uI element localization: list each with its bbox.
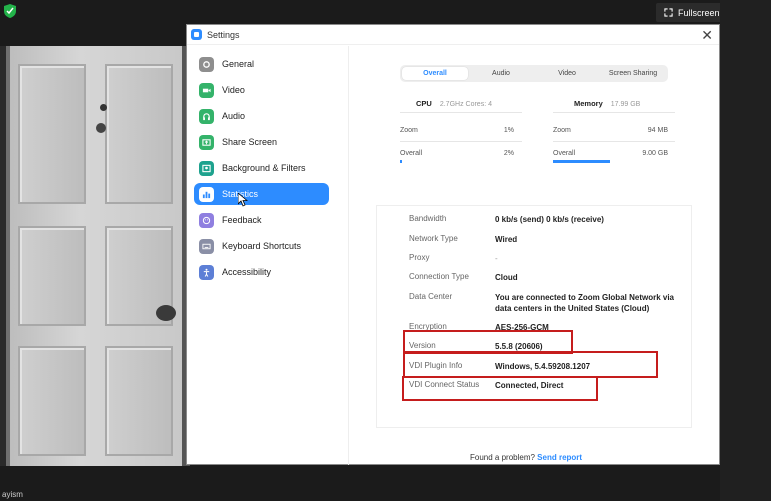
tab-screen-sharing[interactable]: Screen Sharing — [600, 67, 666, 80]
stat-label-bandwidth: Bandwidth — [409, 214, 447, 223]
cpu-title: CPU — [416, 99, 432, 108]
door-image — [10, 46, 185, 466]
cpu-header: CPU 2.7GHz Cores: 4 — [416, 99, 492, 108]
cpu-usage-bar — [400, 160, 402, 163]
zoom-app-icon — [191, 29, 202, 40]
sidebar-item-label: General — [222, 59, 255, 69]
cpu-overall-label: Overall — [400, 150, 423, 157]
camera-feed — [0, 46, 190, 466]
fullscreen-label: Fullscreen — [678, 7, 720, 18]
highlight-box-vdi-plugin-info — [403, 351, 658, 378]
sidebar-item-keyboard-shortcuts[interactable]: Keyboard Shortcuts — [194, 235, 329, 257]
memory-title: Memory — [574, 99, 603, 108]
stat-label-data-center: Data Center — [409, 292, 453, 301]
sidebar-item-general[interactable]: General — [194, 53, 329, 75]
stat-value-connection-type: Cloud — [495, 273, 518, 282]
feedback-footer: Found a problem? Send report — [470, 453, 582, 462]
background-icon — [199, 160, 214, 176]
sidebar-item-label: Feedback — [222, 215, 262, 225]
video-icon — [199, 82, 214, 98]
keyboard-icon — [199, 238, 214, 254]
statistics-panel: Overall Audio Video Screen Sharing CPU 2.… — [350, 46, 720, 465]
cpu-zoom-row: Zoom 1% — [400, 127, 514, 134]
settings-sidebar: General Video Audio Share Screen Backgro… — [187, 46, 349, 465]
close-button[interactable]: ✕ — [701, 27, 713, 43]
expand-icon — [664, 8, 673, 17]
memory-overall-label: Overall — [553, 150, 576, 157]
stat-label-connection-type: Connection Type — [409, 272, 469, 281]
stat-label-network-type: Network Type — [409, 234, 458, 243]
feedback-icon — [199, 212, 214, 228]
sidebar-item-accessibility[interactable]: Accessibility — [194, 261, 329, 283]
sidebar-item-background-filters[interactable]: Background & Filters — [194, 157, 329, 179]
stat-label-proxy: Proxy — [409, 253, 430, 262]
memory-zoom-row: Zoom 94 MB — [553, 127, 668, 134]
mouse-cursor-icon — [238, 193, 248, 207]
cpu-detail: 2.7GHz Cores: 4 — [439, 101, 492, 108]
sidebar-item-label: Accessibility — [222, 267, 272, 277]
cpu-zoom-label: Zoom — [400, 127, 418, 134]
memory-detail: 17.99 GB — [610, 101, 641, 108]
window-title: Settings — [207, 29, 240, 40]
stat-value-data-center: You are connected to Zoom Global Network… — [495, 293, 674, 313]
gear-icon — [199, 56, 214, 72]
sidebar-item-audio[interactable]: Audio — [194, 105, 329, 127]
share-screen-icon — [199, 134, 214, 150]
statistics-tabs: Overall Audio Video Screen Sharing — [400, 65, 668, 82]
sidebar-item-label: Background & Filters — [222, 163, 306, 173]
sidebar-item-feedback[interactable]: Feedback — [194, 209, 329, 231]
stat-value-bandwidth: 0 kb/s (send) 0 kb/s (receive) — [495, 215, 604, 224]
highlight-box-vdi-connect-status — [402, 376, 598, 401]
title-bar: Settings ✕ — [187, 25, 719, 45]
cpu-overall-value: 2% — [503, 150, 514, 157]
sidebar-item-statistics[interactable]: Statistics — [194, 183, 329, 205]
send-report-link[interactable]: Send report — [537, 453, 582, 462]
cpu-overall-row: Overall 2% — [400, 150, 514, 157]
fullscreen-button[interactable]: Fullscreen — [656, 3, 728, 22]
sidebar-item-label: Video — [222, 85, 245, 95]
sidebar-item-label: Share Screen — [222, 137, 278, 147]
cpu-zoom-value: 1% — [503, 127, 514, 134]
tab-video[interactable]: Video — [534, 67, 600, 80]
memory-zoom-label: Zoom — [553, 127, 571, 134]
memory-overall-value: 9.00 GB — [642, 150, 668, 157]
stat-value-proxy: - — [495, 254, 498, 263]
shield-icon — [4, 4, 16, 18]
memory-overall-row: Overall 9.00 GB — [553, 150, 668, 157]
sidebar-item-video[interactable]: Video — [194, 79, 329, 101]
memory-header: Memory 17.99 GB — [574, 99, 640, 108]
sidebar-item-label: Audio — [222, 111, 246, 121]
memory-zoom-value: 94 MB — [647, 127, 668, 134]
headphones-icon — [199, 108, 214, 124]
tab-overall[interactable]: Overall — [402, 67, 468, 80]
memory-usage-bar — [553, 160, 610, 163]
sidebar-item-share-screen[interactable]: Share Screen — [194, 131, 329, 153]
participant-name: ayism — [2, 490, 23, 499]
footer-text: Found a problem? — [470, 453, 535, 462]
stat-value-network-type: Wired — [495, 235, 518, 244]
statistics-icon — [199, 186, 214, 202]
accessibility-icon — [199, 264, 214, 280]
sidebar-item-label: Keyboard Shortcuts — [222, 241, 302, 251]
tab-audio[interactable]: Audio — [468, 67, 534, 80]
